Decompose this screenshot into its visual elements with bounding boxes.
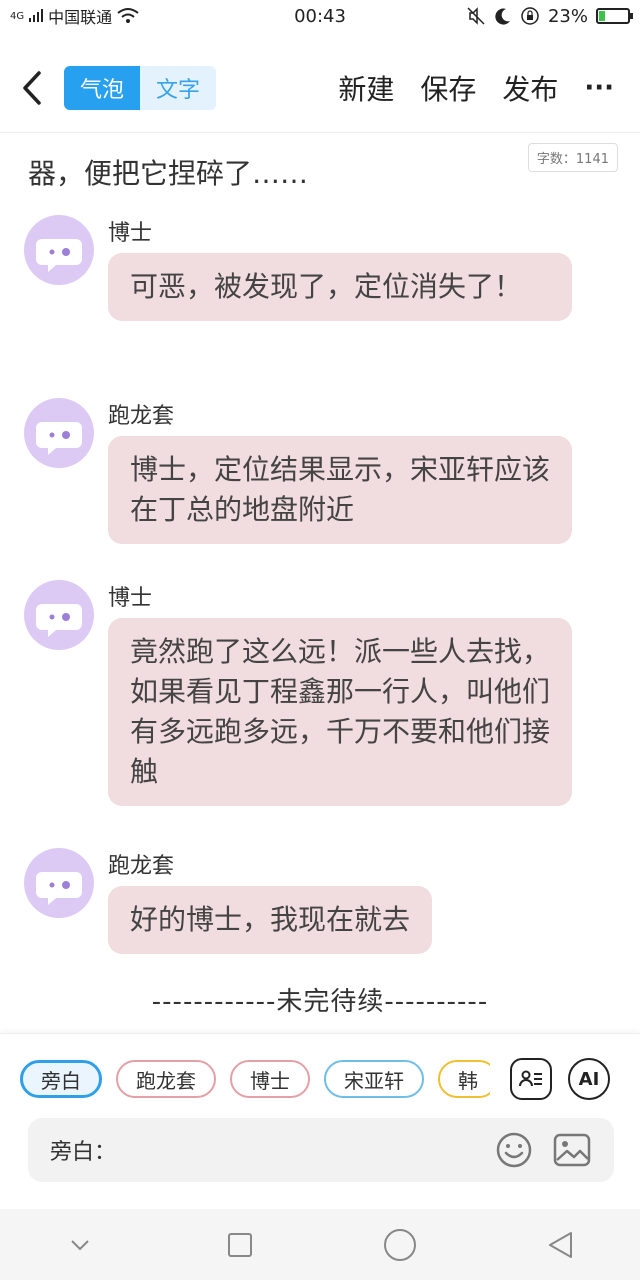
- smiley-icon: [496, 1132, 532, 1168]
- to-be-continued-text: ------------未完待续----------: [151, 987, 489, 1017]
- avatar[interactable]: [24, 580, 94, 650]
- battery-level: [599, 11, 606, 21]
- battery-icon: [596, 8, 633, 24]
- chip-extra[interactable]: 跑龙套: [116, 1060, 216, 1098]
- header-actions: 新建 保存 发布 ···: [338, 68, 640, 108]
- image-icon: [553, 1133, 591, 1167]
- message-bubble[interactable]: 可恶，被发现了，定位消失了！: [108, 253, 572, 321]
- chat-area[interactable]: 器，便把它捏碎了…… 字数：1141 博士 可恶，被发现了，定位消失了！ 跑龙套…: [0, 133, 640, 1033]
- save-button[interactable]: 保存: [420, 68, 476, 108]
- nav-collapse-button[interactable]: [50, 1215, 110, 1275]
- editor-header: 气泡 文字 新建 保存 发布 ···: [0, 56, 640, 120]
- image-button[interactable]: [552, 1130, 592, 1170]
- mode-toggle: 气泡 文字: [64, 66, 216, 110]
- new-button[interactable]: 新建: [338, 68, 394, 108]
- role-chips: 旁白 跑龙套 博士 宋亚轩 韩: [20, 1060, 490, 1100]
- chat-avatar-icon: [36, 604, 82, 637]
- chip-doctor[interactable]: 博士: [230, 1060, 310, 1098]
- ai-button[interactable]: AI: [568, 1058, 610, 1100]
- publish-button[interactable]: 发布: [502, 68, 558, 108]
- chip-narrator[interactable]: 旁白: [20, 1060, 102, 1098]
- message-bubble[interactable]: 竟然跑了这么远！派一些人去找，如果看见丁程鑫那一行人，叫他们有多远跑多远，千万不…: [108, 618, 572, 806]
- system-navbar: [0, 1209, 640, 1280]
- message-sender: 博士: [108, 586, 153, 611]
- nav-recents-button[interactable]: [210, 1215, 270, 1275]
- input-panel: 旁白 跑龙套 博士 宋亚轩 韩 AI 旁白：: [0, 1033, 640, 1209]
- message-sender: 博士: [108, 221, 153, 246]
- chip-han[interactable]: 韩: [438, 1060, 490, 1098]
- role-card-button[interactable]: [510, 1058, 552, 1100]
- chevron-left-icon: [23, 71, 41, 105]
- circle-icon: [384, 1228, 416, 1261]
- triangle-back-icon: [549, 1231, 572, 1258]
- message-input[interactable]: [122, 1137, 476, 1163]
- nav-home-button[interactable]: [370, 1215, 430, 1275]
- tab-text[interactable]: 文字: [140, 66, 216, 110]
- avatar[interactable]: [24, 215, 94, 285]
- message-bubble[interactable]: 好的博士，我现在就去: [108, 886, 433, 954]
- previous-text-fragment: 器，便把它捏碎了……: [28, 157, 309, 190]
- message-sender: 跑龙套: [108, 854, 175, 879]
- word-count-badge: 字数：1141: [527, 143, 618, 172]
- emoji-button[interactable]: [494, 1130, 534, 1170]
- input-row: 旁白：: [28, 1118, 614, 1182]
- more-button[interactable]: ···: [584, 73, 614, 103]
- status-time: 00:43: [294, 5, 346, 27]
- chat-avatar-icon: [36, 239, 82, 272]
- status-bar: 4G 中国联通 00:43 23%: [0, 0, 640, 32]
- role-card-icon: [519, 1070, 542, 1087]
- tab-bubble[interactable]: 气泡: [64, 66, 140, 110]
- chip-song-yaxuan[interactable]: 宋亚轩: [324, 1060, 424, 1098]
- message-sender: 跑龙套: [108, 404, 175, 429]
- avatar[interactable]: [24, 398, 94, 468]
- message-bubble[interactable]: 博士，定位结果显示，宋亚轩应该在丁总的地盘附近: [108, 436, 572, 544]
- avatar[interactable]: [24, 848, 94, 918]
- chat-avatar-icon: [36, 872, 82, 905]
- chevron-down-icon: [71, 1239, 89, 1250]
- chat-avatar-icon: [36, 422, 82, 455]
- back-button[interactable]: [0, 56, 64, 120]
- square-icon: [228, 1232, 252, 1257]
- nav-back-button[interactable]: [530, 1215, 590, 1275]
- input-role-label: 旁白：: [50, 1140, 117, 1165]
